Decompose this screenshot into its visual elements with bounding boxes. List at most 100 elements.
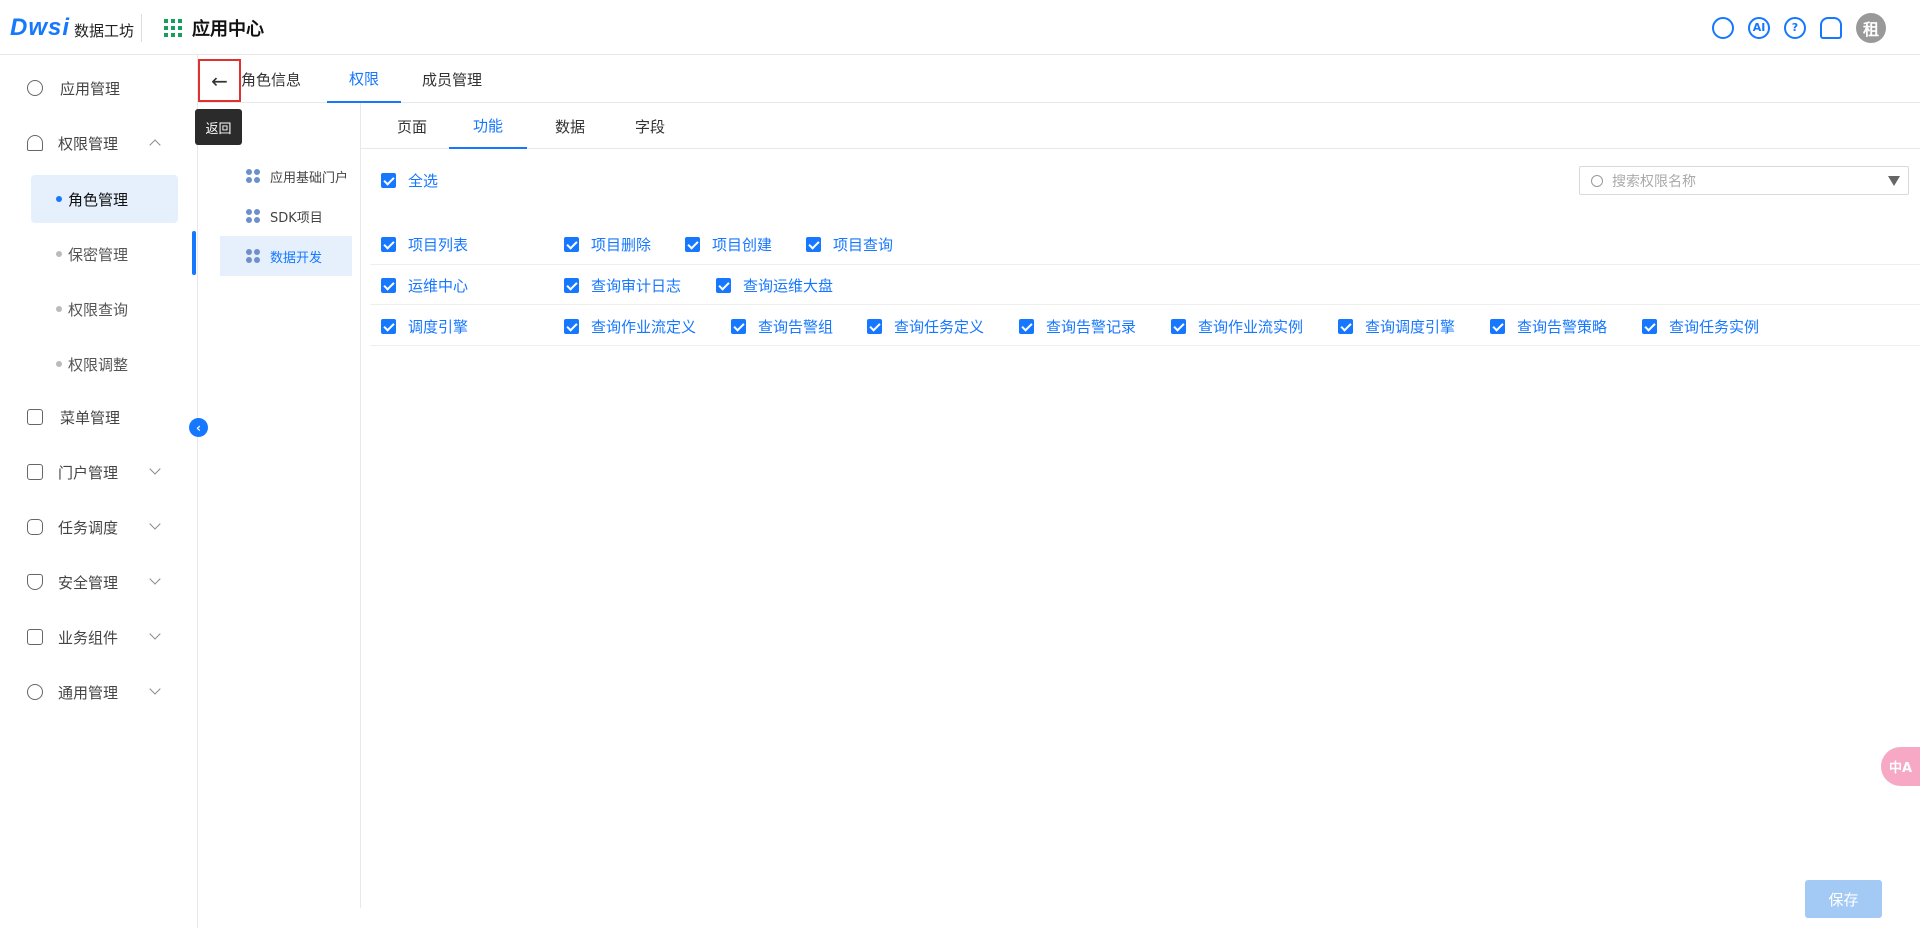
sidebar-subitem-label: 保密管理: [68, 245, 129, 264]
permission-group-label: 项目列表: [408, 236, 469, 254]
sidebar-subitem-permission-query[interactable]: 权限查询: [31, 285, 178, 333]
sidebar-subitem-role-management[interactable]: 角色管理: [31, 175, 178, 223]
shield-icon: [27, 574, 43, 590]
select-all-label: 全选: [408, 172, 439, 190]
checkbox-checked: [1171, 319, 1186, 334]
tab-function[interactable]: 功能: [449, 103, 527, 149]
checkbox-checked: [1338, 319, 1353, 334]
permission-label: 查询告警记录: [1046, 318, 1137, 336]
row-divider: [370, 264, 1920, 265]
portal-grid-icon: [27, 464, 43, 480]
permission-item[interactable]: 查询审计日志: [564, 275, 681, 296]
permission-item[interactable]: 项目创建: [685, 234, 772, 255]
sidebar-subitem-label: 权限查询: [68, 300, 129, 319]
permission-item[interactable]: 查询运维大盘: [716, 275, 833, 296]
app-list-item[interactable]: SDK项目: [220, 196, 352, 236]
permission-label: 查询任务定义: [894, 318, 985, 336]
chevron-down-icon: [149, 573, 161, 585]
sidebar-item-label: 业务组件: [58, 628, 119, 647]
bell-icon[interactable]: [1820, 16, 1842, 39]
sidebar-item-menu-management[interactable]: 菜单管理: [0, 397, 198, 437]
sidebar-subitem-secret-management[interactable]: 保密管理: [31, 230, 178, 278]
sidebar-item-task-scheduling[interactable]: 任务调度: [0, 507, 198, 547]
tab-data[interactable]: 数据: [555, 103, 585, 149]
filter-icon[interactable]: [1888, 175, 1900, 186]
search-icon[interactable]: [1712, 16, 1734, 39]
app-list-label: 数据开发: [270, 250, 323, 266]
permission-label: 项目创建: [712, 236, 773, 254]
back-button[interactable]: ←: [198, 59, 241, 102]
main-tabs: 角色信息 权限 成员管理: [199, 55, 1920, 103]
logo-text: 数据工坊: [74, 21, 135, 40]
permission-item[interactable]: 项目查询: [806, 234, 893, 255]
app-list-label: SDK项目: [270, 210, 323, 226]
sidebar-item-label: 通用管理: [58, 683, 119, 702]
sidebar: 应用管理 权限管理 角色管理 保密管理 权限查询 权限调整 菜单管理 门户管理 …: [0, 55, 198, 928]
sub-tabs: 页面 功能 数据 字段: [361, 103, 1920, 149]
permission-group[interactable]: 调度引擎: [381, 316, 468, 337]
select-all-checkbox[interactable]: 全选: [381, 170, 438, 191]
permission-group[interactable]: 运维中心: [381, 275, 468, 296]
app-center[interactable]: 应用中心: [164, 15, 264, 41]
ai-icon[interactable]: AI: [1748, 16, 1770, 39]
permission-label: 查询调度引擎: [1365, 318, 1456, 336]
sidebar-subitem-label: 角色管理: [68, 190, 129, 209]
sidebar-subitem-permission-adjust[interactable]: 权限调整: [31, 340, 178, 388]
sidebar-item-label: 应用管理: [60, 79, 121, 98]
translate-float-button[interactable]: 中A: [1881, 747, 1920, 786]
permission-label: 查询任务实例: [1669, 318, 1760, 336]
tab-page[interactable]: 页面: [397, 103, 427, 149]
search-placeholder: 搜索权限名称: [1612, 173, 1696, 190]
checkbox-checked: [806, 237, 821, 252]
permission-group-label: 运维中心: [408, 277, 469, 295]
logo-mark: Dwsi: [10, 14, 71, 41]
checkbox-checked: [381, 319, 396, 334]
permission-label: 项目删除: [591, 236, 652, 254]
dot: [56, 306, 62, 312]
tab-role-info[interactable]: 角色信息: [241, 55, 301, 103]
chevron-down-icon: [149, 628, 161, 640]
tab-permissions[interactable]: 权限: [327, 55, 401, 103]
permission-label: 查询告警组: [758, 318, 834, 336]
permission-label: 查询运维大盘: [743, 277, 834, 295]
permission-item[interactable]: 查询任务实例: [1642, 316, 1759, 337]
tab-field[interactable]: 字段: [635, 103, 665, 149]
permission-label: 项目查询: [833, 236, 894, 254]
permission-item[interactable]: 查询告警记录: [1019, 316, 1136, 337]
header-actions: AI ? 租: [1712, 0, 1920, 55]
sidebar-item-portal-management[interactable]: 门户管理: [0, 452, 198, 492]
permission-item[interactable]: 查询作业流实例: [1171, 316, 1303, 337]
app-center-title: 应用中心: [192, 19, 264, 40]
sidebar-item-security-management[interactable]: 安全管理: [0, 562, 198, 602]
app-list-item-active[interactable]: 数据开发: [220, 236, 352, 276]
checkbox-checked: [716, 278, 731, 293]
search-icon: [1591, 174, 1603, 187]
app-dots-icon: [246, 249, 260, 263]
permission-item[interactable]: 查询作业流定义: [564, 316, 696, 337]
permission-item[interactable]: 查询告警组: [731, 316, 833, 337]
permission-item[interactable]: 查询任务定义: [867, 316, 984, 337]
top-bar: Dwsi 数据工坊 应用中心 AI ? 租: [0, 0, 1920, 55]
active-dot: [56, 196, 62, 202]
save-button[interactable]: 保存: [1805, 880, 1882, 918]
permission-item[interactable]: 项目删除: [564, 234, 651, 255]
sidebar-item-app-management[interactable]: 应用管理: [0, 68, 198, 108]
app-dots-icon: [246, 169, 260, 183]
permission-item[interactable]: 查询调度引擎: [1338, 316, 1455, 337]
permission-item[interactable]: 查询告警策略: [1490, 316, 1607, 337]
apps-icon: [27, 80, 43, 96]
app-list-item[interactable]: 应用基础门户: [220, 156, 352, 196]
tab-member-management[interactable]: 成员管理: [422, 55, 482, 103]
sidebar-item-general-management[interactable]: 通用管理: [0, 672, 198, 712]
menu-doc-icon: [27, 409, 43, 425]
search-input[interactable]: 搜索权限名称: [1579, 166, 1909, 195]
sidebar-item-business-components[interactable]: 业务组件: [0, 617, 198, 657]
sidebar-item-permission-management[interactable]: 权限管理: [0, 123, 198, 163]
permission-label: 查询审计日志: [591, 277, 682, 295]
avatar[interactable]: 租: [1856, 12, 1886, 43]
logo[interactable]: Dwsi 数据工坊: [10, 14, 134, 42]
permission-group[interactable]: 项目列表: [381, 234, 468, 255]
chevron-up-icon: [149, 139, 161, 151]
component-icon: [27, 629, 43, 645]
help-icon[interactable]: ?: [1784, 16, 1806, 39]
